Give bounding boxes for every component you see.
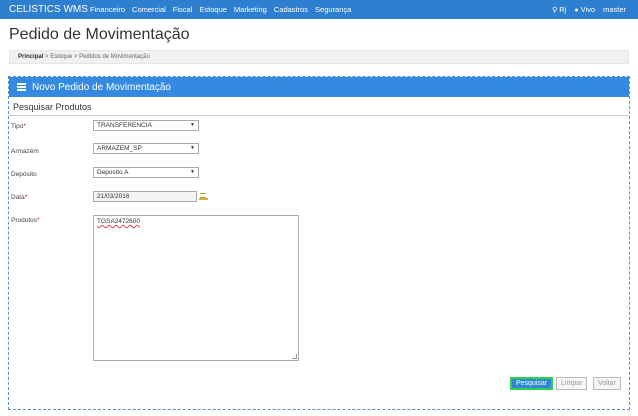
location-label: Rj [559,5,567,14]
armazem-value: ARMAZEM_SP [97,145,142,152]
app-brand[interactable]: CELISTICS WMS [9,4,88,15]
produtos-textarea[interactable]: TGSA2472600 [93,215,299,361]
required-mark: * [23,123,26,130]
menu-seguranca[interactable]: Segurança [315,5,351,14]
main-menu: Financeiro Comercial Fiscal Estoque Mark… [90,5,351,14]
breadcrumb-separator: > [73,54,78,60]
menu-marketing[interactable]: Marketing [234,5,267,14]
tipo-select[interactable]: TRANSFERENCIA ▼ [93,120,199,131]
deposito-label: Depósito [11,171,37,178]
date-input[interactable]: 21/03/2016 [93,191,197,202]
data-label: Data* [11,194,27,201]
list-icon [17,83,26,91]
produtos-label-text: Produtos [11,217,38,224]
account-label[interactable]: master [603,5,626,14]
breadcrumb: Principal > Estoque > Pedidos de Movimen… [9,50,629,64]
panel-header: Novo Pedido de Movimentação [9,77,629,97]
search-button[interactable]: Pesquisar [510,377,554,390]
produtos-value: TGSA2472600 [97,218,141,225]
resize-handle-icon[interactable] [292,354,297,359]
new-order-panel: Novo Pedido de Movimentação Pesquisar Pr… [8,76,630,410]
caret-down-icon: ▼ [190,122,195,128]
nav-right: ⚲ Rj ● Vivo master [552,5,626,14]
data-label-text: Data [11,194,25,201]
calendar-icon[interactable] [199,192,208,200]
menu-financeiro[interactable]: Financeiro [90,5,125,14]
top-navbar: CELISTICS WMS Financeiro Comercial Fisca… [0,0,638,19]
caret-down-icon: ▼ [190,145,195,151]
armazem-label: Armazém [11,148,39,155]
clear-button[interactable]: Limpar [556,377,588,390]
tipo-label-text: Tipo [11,123,24,130]
section-divider [9,115,629,116]
deposito-value: Deposito A [97,169,129,176]
menu-cadastros[interactable]: Cadastros [274,5,308,14]
deposito-select[interactable]: Deposito A ▼ [93,167,199,178]
tipo-value: TRANSFERENCIA [97,122,152,129]
menu-estoque[interactable]: Estoque [199,5,227,14]
user-icon: ● [574,7,579,14]
location-selector[interactable]: ⚲ Rj [552,5,566,14]
breadcrumb-estoque[interactable]: Estoque [50,54,72,60]
menu-comercial[interactable]: Comercial [132,5,166,14]
caret-down-icon: ▼ [190,169,195,175]
breadcrumb-current: Pedidos de Movimentação [79,54,150,60]
panel-title: Novo Pedido de Movimentação [32,81,171,93]
armazem-select[interactable]: ARMAZEM_SP ▼ [93,143,199,154]
tipo-label: Tipo* [11,123,26,130]
breadcrumb-principal[interactable]: Principal [18,54,43,60]
required-mark: * [24,194,28,201]
required-mark: * [37,217,40,224]
section-title: Pesquisar Produtos [13,102,92,112]
user-label: Vivo [580,5,596,14]
page-title: Pedido de Movimentação [9,26,190,43]
produtos-label: Produtos* [11,217,40,224]
back-button[interactable]: Voltar [593,377,621,390]
user-menu[interactable]: ● Vivo [574,5,595,14]
breadcrumb-separator: > [45,54,49,60]
menu-fiscal[interactable]: Fiscal [173,5,193,14]
map-marker-icon: ⚲ [552,7,558,14]
